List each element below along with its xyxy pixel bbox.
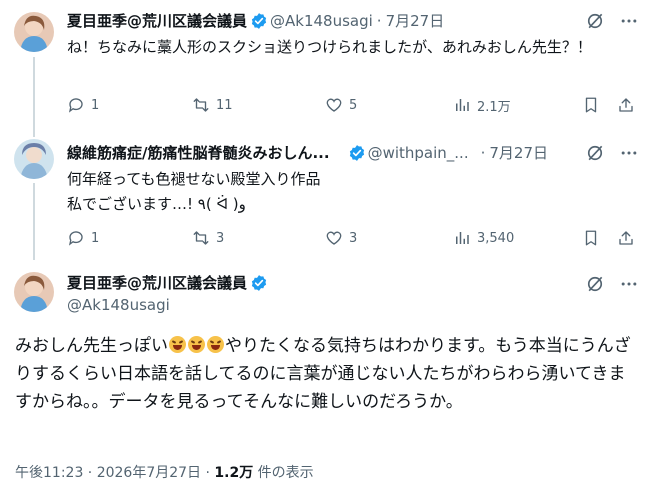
- tweet-2[interactable]: 線維筋痛症/筋痛性脳脊髄炎みおしん... @withpain_... · 7月2…: [0, 130, 645, 260]
- avatar[interactable]: [14, 272, 54, 312]
- author-handle[interactable]: @withpain_...: [368, 143, 469, 163]
- rolling-laughing-emoji-icon: [207, 336, 224, 353]
- tweet-text: ね！ちなみに藁人形のスクショ送りつけられましたが、あれみおしん先生？！: [67, 38, 592, 56]
- avatar[interactable]: [14, 12, 54, 52]
- timestamp[interactable]: 7月27日: [489, 143, 548, 163]
- tweet-top-actions: [585, 11, 639, 35]
- more-icon[interactable]: [619, 143, 639, 167]
- verified-icon: [250, 12, 268, 30]
- reply-count: 1: [91, 230, 100, 246]
- tweet-text-line-2: 私でございます…! ٩( ᐛ )و: [67, 195, 246, 213]
- like-count: 3: [349, 230, 358, 246]
- like-button[interactable]: 3: [325, 229, 357, 247]
- tweet-actions: 1 11 5 2.1万: [67, 95, 637, 115]
- views-total: 1.2万: [214, 465, 254, 481]
- grok-icon[interactable]: [585, 274, 605, 298]
- verified-icon: [348, 144, 366, 162]
- bookmark-button[interactable]: [582, 229, 606, 247]
- retweet-count: 11: [216, 97, 233, 113]
- main-tweet-text: みおしん先生っぽい やりたくなる気持ちはわかります。もう本当にうんざりするくらい日…: [15, 332, 635, 416]
- tweet-actions: 1 3 3 3,540: [67, 228, 637, 248]
- views-button[interactable]: 2.1万: [453, 96, 511, 115]
- tweet-header: 夏目亜季@荒川区議会議員 @Ak148usagi · 7月27日: [67, 11, 444, 31]
- rolling-laughing-emoji-icon: [169, 336, 186, 353]
- author-handle[interactable]: @Ak148usagi: [270, 11, 373, 31]
- author-name[interactable]: 夏目亜季@荒川区議会議員: [67, 11, 247, 31]
- author-name-row: 夏目亜季@荒川区議会議員: [67, 273, 270, 293]
- tweet-top-actions: [585, 143, 639, 167]
- author-name[interactable]: 線維筋痛症/筋痛性脳脊髄炎みおしん...: [67, 143, 330, 163]
- post-meta: 午後11:23 · 2026年7月27日 · 1.2万 件の表示: [15, 462, 314, 482]
- more-icon[interactable]: [619, 274, 639, 298]
- avatar[interactable]: [14, 139, 54, 179]
- thread-line: [33, 57, 35, 137]
- tweet-text-line-1: 何年経っても色褪せない殿堂入り作品: [67, 170, 321, 188]
- separator-dot: ·: [376, 12, 382, 30]
- verified-icon: [250, 274, 268, 292]
- share-button[interactable]: [617, 229, 641, 247]
- retweet-button[interactable]: 3: [192, 229, 224, 247]
- reply-button[interactable]: 1: [67, 229, 99, 247]
- separator-dot: ·: [480, 144, 486, 162]
- retweet-count: 3: [216, 230, 225, 246]
- like-button[interactable]: 5: [325, 96, 357, 114]
- tweet-1[interactable]: 夏目亜季@荒川区議会議員 @Ak148usagi · 7月27日 ね！ちなみに藁…: [0, 0, 645, 137]
- share-button[interactable]: [617, 96, 641, 114]
- reply-count: 1: [91, 97, 100, 113]
- thread-line: [33, 183, 35, 260]
- more-icon[interactable]: [619, 11, 639, 35]
- views-count: 3,540: [477, 230, 515, 246]
- like-count: 5: [349, 97, 358, 113]
- timestamp[interactable]: 7月27日: [386, 11, 445, 31]
- views-label: 件の表示: [253, 465, 314, 481]
- author-handle[interactable]: @Ak148usagi: [67, 295, 170, 315]
- views-count: 2.1万: [477, 99, 511, 115]
- reply-button[interactable]: 1: [67, 96, 99, 114]
- retweet-button[interactable]: 11: [192, 96, 233, 114]
- main-text-start: みおしん先生っぽい: [15, 336, 168, 356]
- author-handle-row: @Ak148usagi: [67, 295, 170, 315]
- grok-icon[interactable]: [585, 143, 605, 167]
- posted-time[interactable]: 午後11:23 · 2026年7月27日 ·: [15, 465, 214, 481]
- grok-icon[interactable]: [585, 11, 605, 35]
- views-button[interactable]: 3,540: [453, 229, 514, 247]
- tweet-header: 線維筋痛症/筋痛性脳脊髄炎みおしん... @withpain_... · 7月2…: [67, 143, 548, 163]
- tweet-top-actions: [585, 274, 639, 298]
- author-name[interactable]: 夏目亜季@荒川区議会議員: [67, 273, 247, 293]
- rolling-laughing-emoji-icon: [188, 336, 205, 353]
- bookmark-button[interactable]: [582, 96, 606, 114]
